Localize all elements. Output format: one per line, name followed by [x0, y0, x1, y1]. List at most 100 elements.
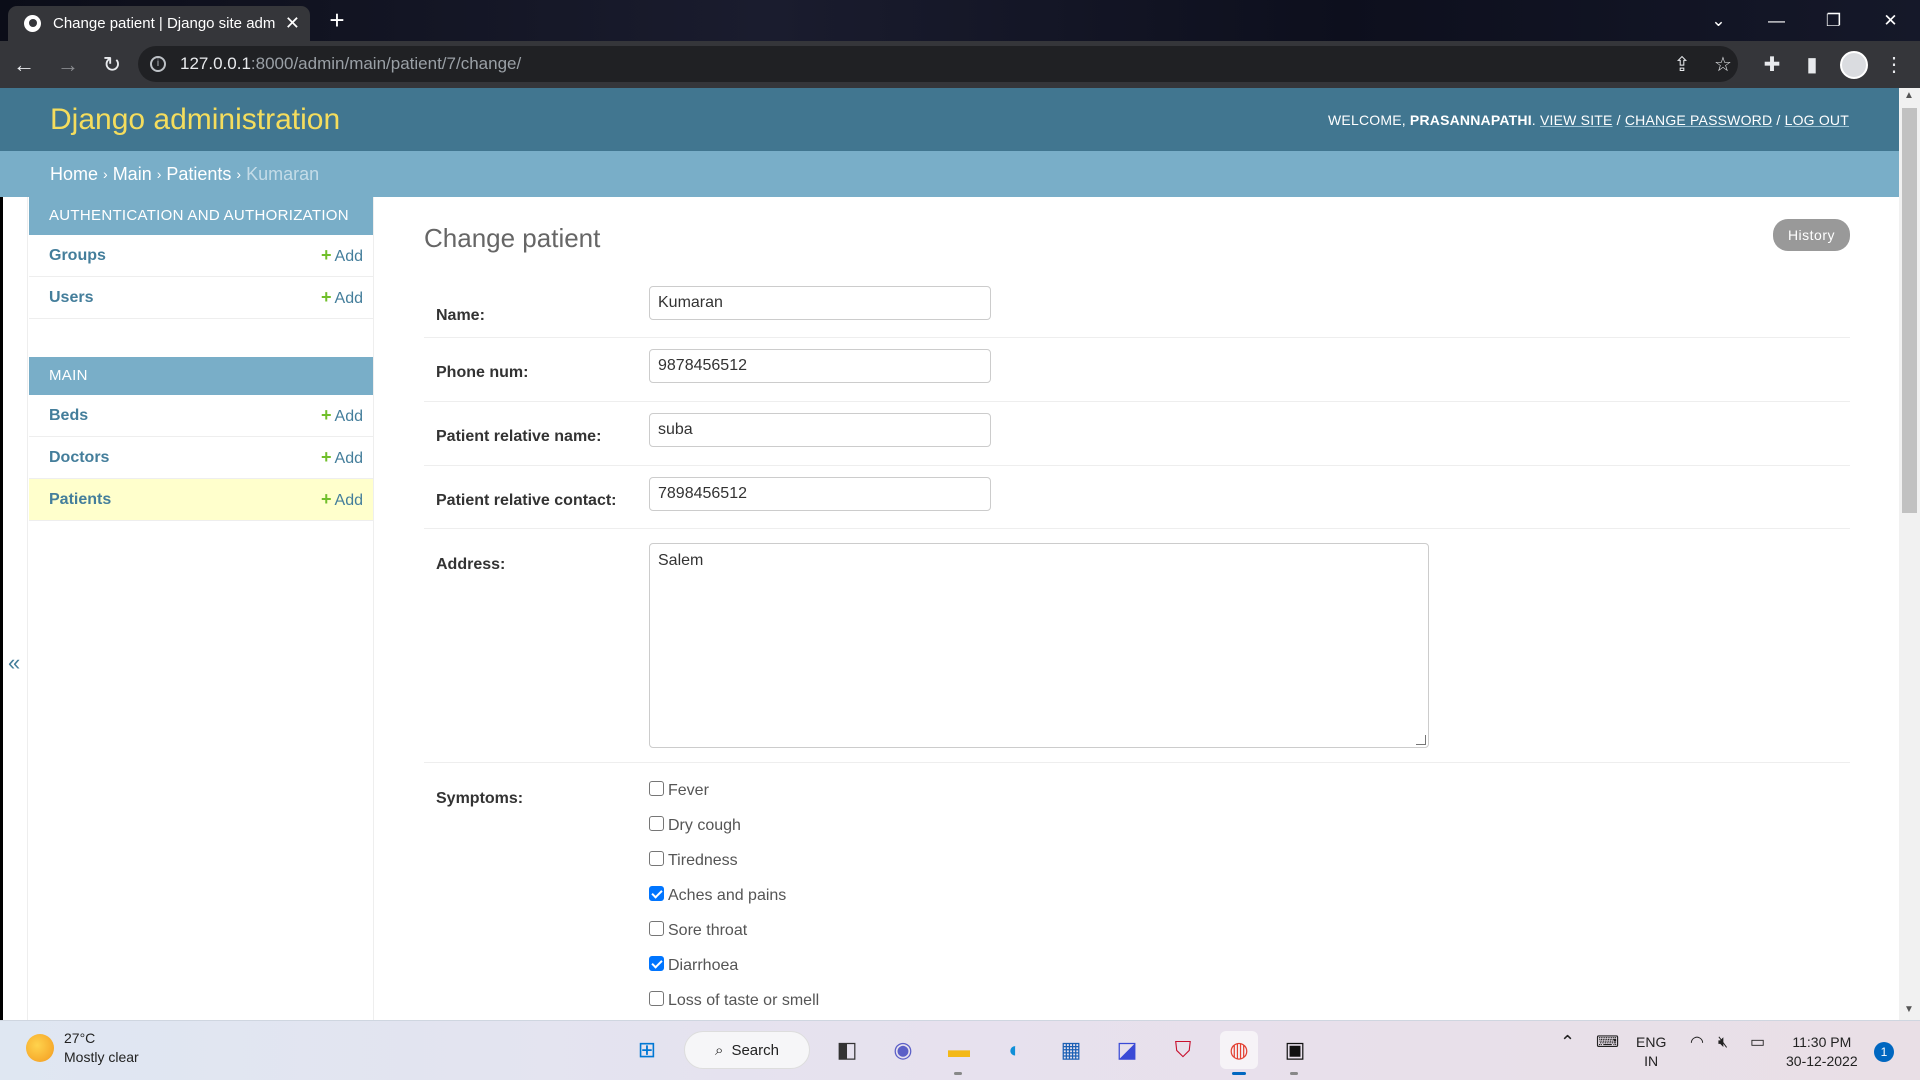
tab-search-icon[interactable]: ⌄ [1690, 0, 1747, 41]
users-link[interactable]: Users [49, 289, 93, 307]
share-icon[interactable]: ⇪ [1662, 41, 1702, 88]
close-window-button[interactable]: ✕ [1862, 0, 1919, 41]
bookmark-star-icon[interactable]: ☆ [1703, 41, 1743, 88]
date: 30-12-2022 [1786, 1053, 1858, 1069]
collapse-sidebar-icon[interactable]: « [8, 650, 20, 676]
close-tab-icon[interactable]: ✕ [285, 13, 300, 34]
add-patient-link[interactable]: + Add [321, 489, 363, 510]
patients-link[interactable]: Patients [49, 491, 111, 509]
groups-link[interactable]: Groups [49, 247, 106, 265]
taskbar-search[interactable]: ⌕ Search [684, 1031, 810, 1069]
add-label: Add [334, 492, 363, 509]
breadcrumb-patients[interactable]: Patients [166, 164, 231, 185]
relative-contact-input[interactable]: 7898456512 [649, 477, 991, 511]
scroll-up-icon[interactable]: ▲ [1904, 90, 1914, 101]
clock[interactable]: 11:30 PM 30-12-2022 [1786, 1033, 1858, 1071]
show-hidden-icons[interactable]: ⌃ [1560, 1033, 1575, 1052]
site-info-icon[interactable]: i [150, 56, 166, 72]
forward-icon[interactable]: → [48, 45, 88, 85]
symptom-diarrhoea[interactable]: Diarrhoea [649, 956, 819, 993]
module-caption-main[interactable]: Main [29, 357, 373, 395]
symptom-sore-throat[interactable]: Sore throat [649, 921, 819, 958]
symptom-fever[interactable]: Fever [649, 781, 819, 818]
browser-tab[interactable]: Change patient | Django site adm ✕ [8, 6, 310, 41]
keyboard-icon[interactable]: ⌨ [1596, 1033, 1619, 1052]
notification-badge[interactable]: 1 [1874, 1042, 1894, 1062]
start-icon[interactable]: ⊞ [628, 1031, 666, 1069]
relative-name-label: Patient relative name: [436, 428, 602, 445]
mcafee-icon[interactable]: ⛉ [1164, 1031, 1202, 1069]
menu-icon[interactable]: ⋮ [1874, 41, 1914, 88]
extensions-icon[interactable]: ✚ [1752, 41, 1792, 88]
nav-sidebar-toggle-strip [0, 197, 28, 1020]
terminal-icon[interactable]: ▣ [1276, 1031, 1314, 1075]
new-tab-button[interactable]: + [322, 6, 352, 36]
checkbox-checked[interactable] [649, 886, 664, 901]
breadcrumb-home[interactable]: Home [50, 164, 98, 185]
add-doctor-link[interactable]: + Add [321, 447, 363, 468]
plus-icon: + [321, 245, 332, 265]
sidebar-item-beds: Beds + Add [29, 395, 373, 437]
add-bed-link[interactable]: + Add [321, 405, 363, 426]
edge-icon[interactable]: ◐ [996, 1031, 1034, 1069]
checkbox[interactable] [649, 921, 664, 936]
symptom-tiredness[interactable]: Tiredness [649, 851, 819, 888]
site-branding[interactable]: Django administration [50, 103, 340, 137]
chat-icon[interactable]: ◉ [884, 1031, 922, 1069]
view-site-link[interactable]: View site [1540, 112, 1613, 128]
main-content: Change patient History Name: Kumaran Pho… [424, 197, 1850, 1009]
symptom-dry-cough[interactable]: Dry cough [649, 816, 819, 853]
wifi-icon[interactable]: ◠ [1690, 1033, 1704, 1052]
name-input[interactable]: Kumaran [649, 286, 991, 320]
restore-button[interactable]: ❐ [1805, 0, 1862, 41]
language-indicator[interactable]: ENG IN [1636, 1033, 1666, 1071]
file-explorer-icon[interactable]: ▬ [940, 1031, 978, 1075]
time: 11:30 PM [1792, 1034, 1852, 1050]
breadcrumb: Home › Main › Patients › Kumaran [0, 151, 1899, 197]
relative-contact-label: Patient relative contact: [436, 492, 617, 509]
volume-muted-icon[interactable]: 🔇︎ [1718, 1033, 1728, 1052]
log-out-link[interactable]: Log out [1785, 112, 1849, 128]
change-password-link[interactable]: Change password [1625, 112, 1772, 128]
welcome-text: Welcome, [1328, 111, 1410, 128]
profile-avatar[interactable] [1834, 41, 1874, 88]
taskbar-apps: ⊞ ⌕ Search ◧ ◉ ▬ ◐ ▦ ◪ ⛉ ◍ ▣ [628, 1031, 1314, 1075]
scroll-down-icon[interactable]: ▼ [1904, 1004, 1914, 1015]
user-tools: Welcome, Prasannapathi. View site / Chan… [1328, 111, 1849, 128]
battery-icon[interactable]: ▭ [1750, 1033, 1765, 1052]
add-group-link[interactable]: + Add [321, 245, 363, 266]
reload-icon[interactable]: ↻ [92, 45, 132, 85]
chrome-icon[interactable]: ◍ [1220, 1031, 1258, 1075]
task-view-icon[interactable]: ◧ [828, 1031, 866, 1069]
tab-title: Change patient | Django site adm [53, 15, 276, 32]
region-code: IN [1644, 1053, 1659, 1069]
checkbox[interactable] [649, 781, 664, 796]
address-textarea[interactable]: Salem [649, 543, 1429, 748]
checkbox[interactable] [649, 851, 664, 866]
phone-input[interactable]: 9878456512 [649, 349, 991, 383]
scrollbar-thumb[interactable] [1902, 108, 1917, 513]
weather-widget[interactable]: 27°C Mostly clear [26, 1029, 139, 1067]
checkbox[interactable] [649, 991, 664, 1006]
address-bar[interactable]: i 127.0.0.1:8000/admin/main/patient/7/ch… [138, 46, 1738, 82]
app-icon[interactable]: ◪ [1108, 1031, 1146, 1069]
checkbox-checked[interactable] [649, 956, 664, 971]
phone-label: Phone num: [436, 364, 529, 381]
url-path: :8000/admin/main/patient/7/change/ [250, 54, 522, 73]
beds-link[interactable]: Beds [49, 407, 88, 425]
back-icon[interactable]: ← [4, 45, 44, 85]
doctors-link[interactable]: Doctors [49, 449, 109, 467]
history-button[interactable]: History [1772, 219, 1850, 251]
breadcrumb-main[interactable]: Main [113, 164, 152, 185]
address-label: Address: [436, 556, 506, 573]
minimize-button[interactable]: — [1748, 0, 1805, 41]
resize-handle-icon[interactable] [1416, 735, 1426, 745]
module-caption-auth[interactable]: Authentication and Authorization [29, 197, 373, 235]
add-user-link[interactable]: + Add [321, 287, 363, 308]
weather-condition: Mostly clear [64, 1049, 139, 1065]
relative-name-input[interactable]: suba [649, 413, 991, 447]
symptom-aches-and-pains[interactable]: Aches and pains [649, 886, 819, 923]
store-icon[interactable]: ▦ [1052, 1031, 1090, 1069]
side-panel-icon[interactable]: ▮ [1792, 41, 1832, 88]
checkbox[interactable] [649, 816, 664, 831]
